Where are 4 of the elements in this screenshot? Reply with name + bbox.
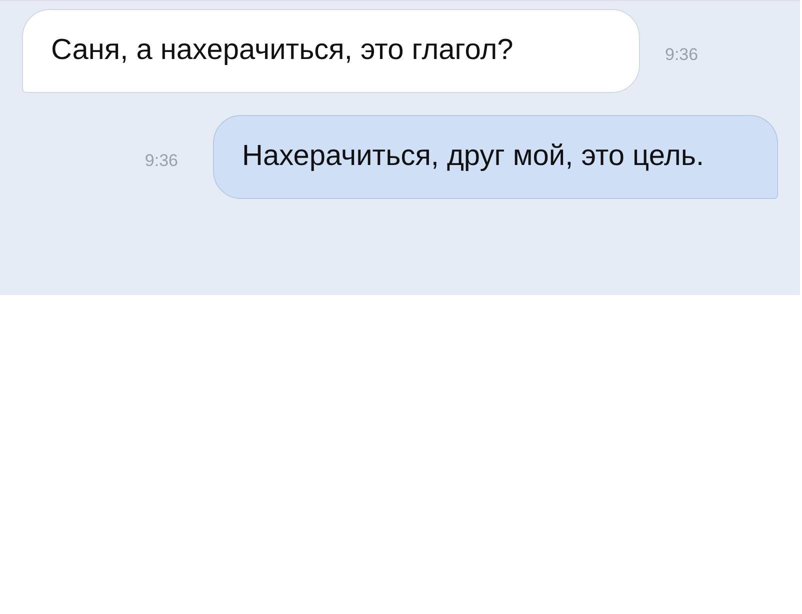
message-time: 9:36 <box>144 151 178 171</box>
message-bubble: Саня, а нахерачиться, это глагол? <box>22 9 640 93</box>
message-bubble: Нахерачиться, друг мой, это цель. <box>213 115 778 199</box>
message-time: 9:36 <box>665 45 698 65</box>
